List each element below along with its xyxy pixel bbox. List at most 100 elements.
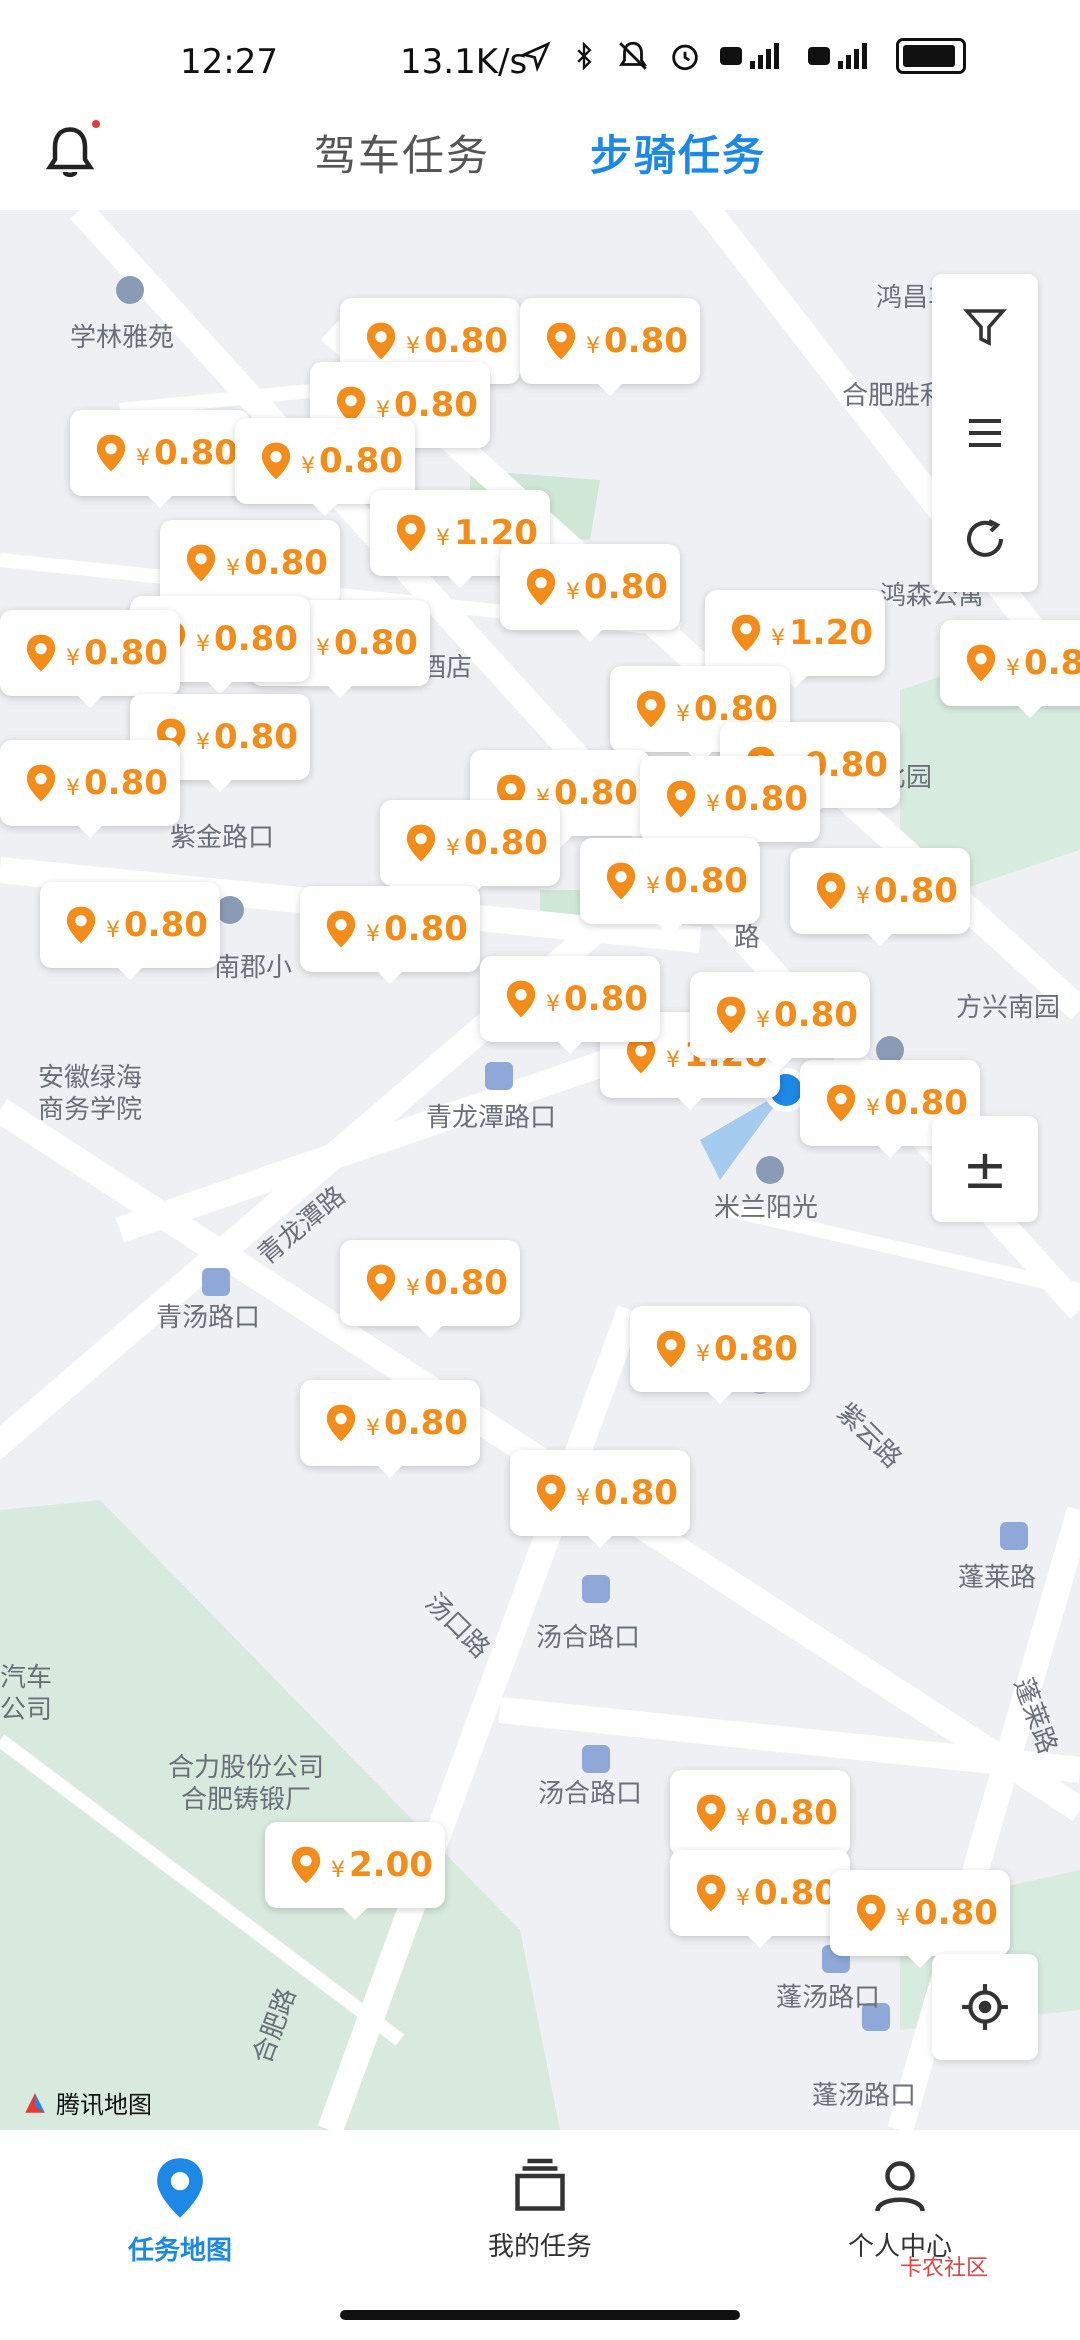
filter-button[interactable] xyxy=(932,274,1038,380)
task-amount: 0.80 xyxy=(424,321,508,361)
map-label: 方兴南园 xyxy=(956,993,1061,1023)
task-amount: 0.80 xyxy=(319,441,403,481)
task-amount: 0.80 xyxy=(754,1793,838,1833)
task-pin[interactable]: ¥1.20 xyxy=(705,590,885,688)
location-pin-icon xyxy=(326,1404,356,1442)
task-pin[interactable]: ¥0.80 xyxy=(690,972,870,1070)
currency-symbol: ¥ xyxy=(666,1047,680,1073)
task-pin[interactable]: ¥0.80 xyxy=(160,520,340,618)
location-pin-icon xyxy=(526,568,556,606)
task-pin[interactable]: ¥0.80 xyxy=(670,1850,850,1948)
task-pin[interactable]: ¥0.80 xyxy=(640,756,820,854)
currency-symbol: ¥ xyxy=(331,1857,345,1883)
currency-symbol: ¥ xyxy=(546,991,560,1017)
currency-symbol: ¥ xyxy=(866,1095,880,1121)
currency-symbol: ¥ xyxy=(1006,655,1020,681)
map-provider-label: 腾讯地图 xyxy=(56,2091,152,2119)
task-amount: 0.80 xyxy=(724,779,808,819)
refresh-button[interactable] xyxy=(932,486,1038,592)
map-label: 青汤路口 xyxy=(156,1303,261,1333)
task-pin[interactable]: ¥0.80 xyxy=(300,1380,480,1478)
task-pin[interactable]: ¥0.80 xyxy=(790,848,970,946)
location-pin-icon xyxy=(326,910,356,948)
map-label: 汤合路口 xyxy=(538,1779,643,1809)
location-pin-icon xyxy=(26,764,56,802)
task-pin[interactable]: ¥0.80 xyxy=(480,956,660,1054)
list-button[interactable] xyxy=(932,380,1038,486)
task-pin[interactable]: ¥0.80 xyxy=(940,620,1080,718)
task-pin[interactable]: ¥0.80 xyxy=(670,1770,850,1868)
signal-5g-icon xyxy=(808,43,867,69)
notification-dot xyxy=(92,120,100,128)
location-pin-icon xyxy=(506,980,536,1018)
location-pin-icon xyxy=(186,544,216,582)
map-tools-panel xyxy=(932,274,1038,592)
locate-button[interactable] xyxy=(932,1954,1038,2060)
map-label: 学林雅苑 xyxy=(70,323,175,353)
task-pin[interactable]: ¥0.80 xyxy=(340,1240,520,1338)
nav-task-map[interactable]: 任务地图 xyxy=(60,2156,300,2267)
map-label: 蓬汤路口 xyxy=(776,1983,881,2013)
task-amount: 0.80 xyxy=(754,1873,838,1913)
task-amount: 0.80 xyxy=(594,1473,678,1513)
location-pin-icon xyxy=(366,1264,396,1302)
map-label: 蓬汤路口 xyxy=(812,2081,917,2111)
bell-icon[interactable] xyxy=(40,122,100,182)
task-pin[interactable]: ¥0.80 xyxy=(500,544,680,642)
map-label: 南郡小 xyxy=(214,953,293,983)
map-label: 汽车 公司 xyxy=(0,1663,53,1725)
currency-symbol: ¥ xyxy=(66,775,80,801)
location-pin-icon xyxy=(261,442,291,480)
task-amount: 0.80 xyxy=(424,1263,508,1303)
map-label: 汤合路口 xyxy=(536,1623,641,1653)
task-pin[interactable]: ¥0.80 xyxy=(0,610,180,708)
task-pin[interactable]: ¥0.80 xyxy=(380,800,560,898)
task-pin[interactable]: ¥2.00 xyxy=(265,1822,445,1920)
task-pin[interactable]: ¥0.80 xyxy=(630,1306,810,1404)
task-amount: 0.80 xyxy=(214,717,298,757)
currency-symbol: ¥ xyxy=(196,631,210,657)
nav-profile[interactable]: 个人中心 xyxy=(780,2156,1020,2263)
battery-icon xyxy=(896,38,966,74)
currency-symbol: ¥ xyxy=(196,729,210,755)
nav-label: 任务地图 xyxy=(127,2236,232,2266)
clock: 12:27 xyxy=(180,42,278,82)
currency-symbol: ¥ xyxy=(566,579,580,605)
task-amount: 2.00 xyxy=(349,1845,433,1885)
task-pin[interactable]: ¥0.80 xyxy=(300,886,480,984)
task-pin[interactable]: ¥0.80 xyxy=(520,298,700,396)
task-pin[interactable]: ¥0.80 xyxy=(70,410,250,508)
task-pin[interactable]: ¥0.80 xyxy=(40,882,220,980)
tab-driving-tasks[interactable]: 驾车任务 xyxy=(314,122,490,183)
currency-symbol: ¥ xyxy=(301,453,315,479)
location-pin-icon xyxy=(731,614,761,652)
nav-my-tasks[interactable]: 我的任务 xyxy=(420,2156,660,2263)
task-amount: 0.80 xyxy=(334,623,418,663)
task-amount: 0.80 xyxy=(84,633,168,673)
task-pin[interactable]: ¥0.80 xyxy=(510,1450,690,1548)
currency-symbol: ¥ xyxy=(586,333,600,359)
location-pin-icon xyxy=(826,1084,856,1122)
task-pin[interactable]: ¥0.80 xyxy=(0,740,180,838)
currency-symbol: ¥ xyxy=(706,791,720,817)
task-amount: 0.80 xyxy=(774,995,858,1035)
currency-symbol: ¥ xyxy=(646,873,660,899)
filter-icon xyxy=(963,309,1007,346)
task-pin[interactable]: ¥0.80 xyxy=(580,838,760,936)
tab-walk-ride-tasks[interactable]: 步骑任务 xyxy=(590,122,766,183)
map-label: 安徽绿海 商务学院 xyxy=(38,1063,143,1125)
zoom-button[interactable]: ± xyxy=(932,1116,1038,1222)
location-pin-icon xyxy=(696,1794,726,1832)
map-pin-icon xyxy=(157,2158,203,2218)
signal-4g-icon xyxy=(720,43,779,69)
location-pin-icon xyxy=(366,322,396,360)
home-indicator[interactable] xyxy=(340,2310,740,2320)
nav-label: 我的任务 xyxy=(487,2232,592,2262)
currency-symbol: ¥ xyxy=(136,445,150,471)
task-pin[interactable]: ¥0.80 xyxy=(830,1870,1010,1968)
currency-symbol: ¥ xyxy=(226,555,240,581)
task-map[interactable]: 学林雅苑 鸿昌车辆检测 合肥胜利精密 鸿森公寓 酒店 紫金路口 比园 南郡小 安… xyxy=(0,210,1080,2130)
task-amount: 0.80 xyxy=(604,321,688,361)
location-pin-icon xyxy=(406,824,436,862)
status-bar: 12:27 13.1K/s xyxy=(0,0,1080,100)
